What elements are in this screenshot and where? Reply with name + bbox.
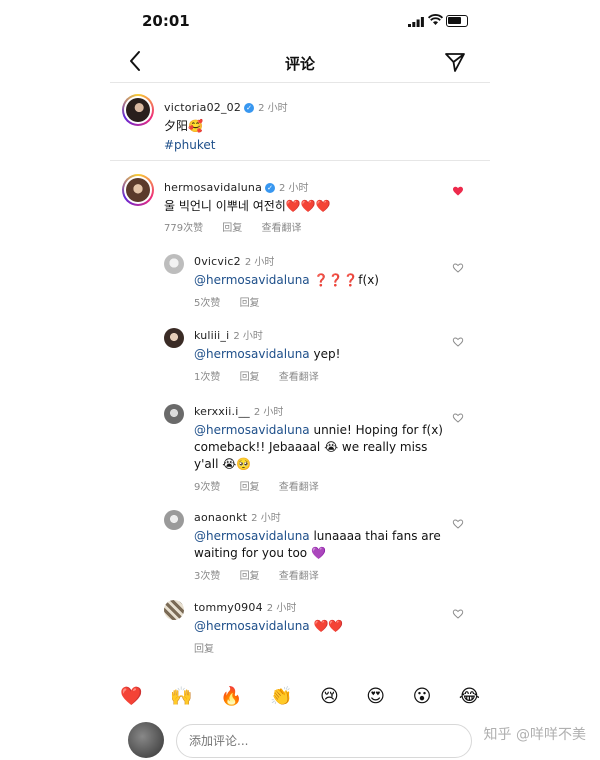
caption-divider	[110, 160, 490, 161]
emoji-wow[interactable]: 😮	[413, 684, 432, 710]
emoji-raised-hands[interactable]: 🙌	[170, 684, 192, 710]
comment-composer	[128, 722, 472, 758]
translate-link[interactable]: 查看翻译	[279, 372, 319, 383]
reply-comment: tommy0904 2 小时 @hermosavidaluna ❤️❤️ 回复	[194, 596, 444, 655]
reply-avatar[interactable]	[164, 254, 184, 274]
reply-mention[interactable]: @hermosavidaluna	[194, 619, 310, 633]
emoji-clap[interactable]: 👏	[270, 684, 292, 710]
emoji-cry[interactable]: 😢	[320, 684, 339, 710]
reply-username[interactable]: kerxxii.i__	[194, 405, 250, 418]
reply-text: @hermosavidaluna unnie! Hoping for f(x) …	[194, 422, 444, 473]
verified-badge-icon: ✓	[244, 103, 255, 113]
reply-link[interactable]: 回复	[240, 298, 260, 309]
heart-outline-icon[interactable]	[452, 412, 464, 424]
heart-filled-icon[interactable]	[452, 185, 464, 197]
reply-comment: 0vicvic2 2 小时 @hermosavidaluna ❓❓❓f(x) 5次…	[194, 250, 444, 309]
caption-avatar[interactable]	[122, 94, 154, 126]
phone-screen: 20:01 评论 victoria02_02 ✓ 2 小时 夕阳🥰 #phuket	[110, 0, 490, 760]
signal-icon	[408, 17, 424, 27]
comment-avatar[interactable]	[122, 174, 154, 206]
reply-time: 2 小时	[233, 331, 263, 342]
emoji-laugh[interactable]: 😂	[459, 684, 480, 710]
reply-text: @hermosavidaluna yep!	[194, 346, 444, 363]
reply-text: @hermosavidaluna ❓❓❓f(x)	[194, 272, 444, 289]
reply-body: ❓❓❓f(x)	[309, 273, 379, 287]
top-comment: hermosavidaluna ✓ 2 小时 울 빅언니 이뿌네 여전히❤️❤️❤️…	[164, 176, 464, 234]
nav-divider	[110, 82, 490, 83]
reply-meta: 9次赞 回复 查看翻译	[194, 478, 444, 493]
reply-link[interactable]: 回复	[240, 571, 260, 582]
reply-avatar[interactable]	[164, 600, 184, 620]
reply-avatar[interactable]	[164, 328, 184, 348]
reply-time: 2 小时	[253, 407, 284, 418]
emoji-bar: ❤️ 🙌 🔥 👏 😢 😍 😮 😂	[120, 684, 480, 710]
likes-count[interactable]: 1次赞	[194, 372, 220, 383]
reply-text: @hermosavidaluna lunaaaa thai fans are w…	[194, 528, 444, 562]
my-avatar	[128, 722, 164, 758]
emoji-heart[interactable]: ❤️	[120, 684, 142, 710]
reply-mention[interactable]: @hermosavidaluna	[194, 347, 310, 361]
reply-mention[interactable]: @hermosavidaluna	[194, 423, 310, 437]
heart-outline-icon[interactable]	[452, 262, 464, 274]
reply-comment: kuliii_i 2 小时 @hermosavidaluna yep! 1次赞 回…	[194, 324, 444, 383]
reply-avatar[interactable]	[164, 510, 184, 530]
reply-time: 2 小时	[244, 257, 275, 268]
reply-body: ❤️❤️	[309, 619, 344, 633]
reply-meta: 5次赞 回复	[194, 294, 444, 309]
reply-link[interactable]: 回复	[240, 482, 260, 493]
reply-text: @hermosavidaluna ❤️❤️	[194, 618, 444, 635]
reply-link[interactable]: 回复	[194, 644, 214, 655]
status-bar: 20:01	[110, 10, 490, 34]
reply-username[interactable]: aonaonkt	[194, 511, 247, 524]
reply-mention[interactable]: @hermosavidaluna	[194, 273, 310, 287]
comment-time: 2 小时	[279, 183, 309, 194]
likes-count[interactable]: 779次赞	[164, 223, 203, 234]
heart-outline-icon[interactable]	[452, 518, 464, 530]
emoji-heart-eyes[interactable]: 😍	[366, 684, 385, 710]
verified-badge-icon: ✓	[265, 183, 276, 193]
comment-input[interactable]	[176, 724, 472, 758]
reply-comment: aonaonkt 2 小时 @hermosavidaluna lunaaaa th…	[194, 506, 444, 582]
reply-time: 2 小时	[251, 513, 281, 524]
page-title: 评论	[284, 55, 315, 73]
reply-time: 2 小时	[266, 603, 297, 614]
send-icon[interactable]	[444, 51, 466, 73]
reply-username[interactable]: 0vicvic2	[194, 255, 241, 268]
nav-bar: 评论	[110, 44, 490, 80]
caption-text: 夕阳🥰	[164, 119, 203, 133]
wifi-icon	[428, 14, 443, 25]
heart-outline-icon[interactable]	[452, 608, 464, 620]
reply-meta: 回复	[194, 640, 444, 655]
comment-meta: 779次赞 回复 查看翻译	[164, 219, 464, 234]
reply-meta: 1次赞 回复 查看翻译	[194, 368, 444, 383]
comment-text: 울 빅언니 이뿌네 여전히❤️❤️❤️	[164, 199, 331, 213]
status-time: 20:01	[142, 12, 190, 30]
reply-link[interactable]: 回复	[240, 372, 260, 383]
translate-link[interactable]: 查看翻译	[279, 482, 319, 493]
caption-block: victoria02_02 ✓ 2 小时 夕阳🥰 #phuket	[164, 96, 464, 154]
reply-link[interactable]: 回复	[222, 223, 242, 234]
reply-avatar[interactable]	[164, 404, 184, 424]
heart-outline-icon[interactable]	[452, 336, 464, 348]
reply-body: yep!	[309, 347, 341, 361]
comment-username[interactable]: hermosavidaluna	[164, 181, 262, 194]
caption-hashtag[interactable]: #phuket	[164, 137, 464, 154]
reply-meta: 3次赞 回复 查看翻译	[194, 567, 444, 582]
battery-icon	[446, 15, 468, 27]
caption-username[interactable]: victoria02_02	[164, 101, 241, 114]
reply-username[interactable]: kuliii_i	[194, 329, 229, 342]
reply-username[interactable]: tommy0904	[194, 601, 263, 614]
likes-count[interactable]: 3次赞	[194, 571, 220, 582]
caption-time: 2 小时	[258, 103, 288, 114]
likes-count[interactable]: 5次赞	[194, 298, 220, 309]
emoji-fire[interactable]: 🔥	[220, 684, 242, 710]
translate-link[interactable]: 查看翻译	[261, 223, 301, 234]
translate-link[interactable]: 查看翻译	[279, 571, 319, 582]
reply-mention[interactable]: @hermosavidaluna	[194, 529, 310, 543]
reply-comment: kerxxii.i__ 2 小时 @hermosavidaluna unnie! …	[194, 400, 444, 493]
watermark: 知乎 @咩咩不美	[483, 727, 586, 743]
likes-count[interactable]: 9次赞	[194, 482, 220, 493]
